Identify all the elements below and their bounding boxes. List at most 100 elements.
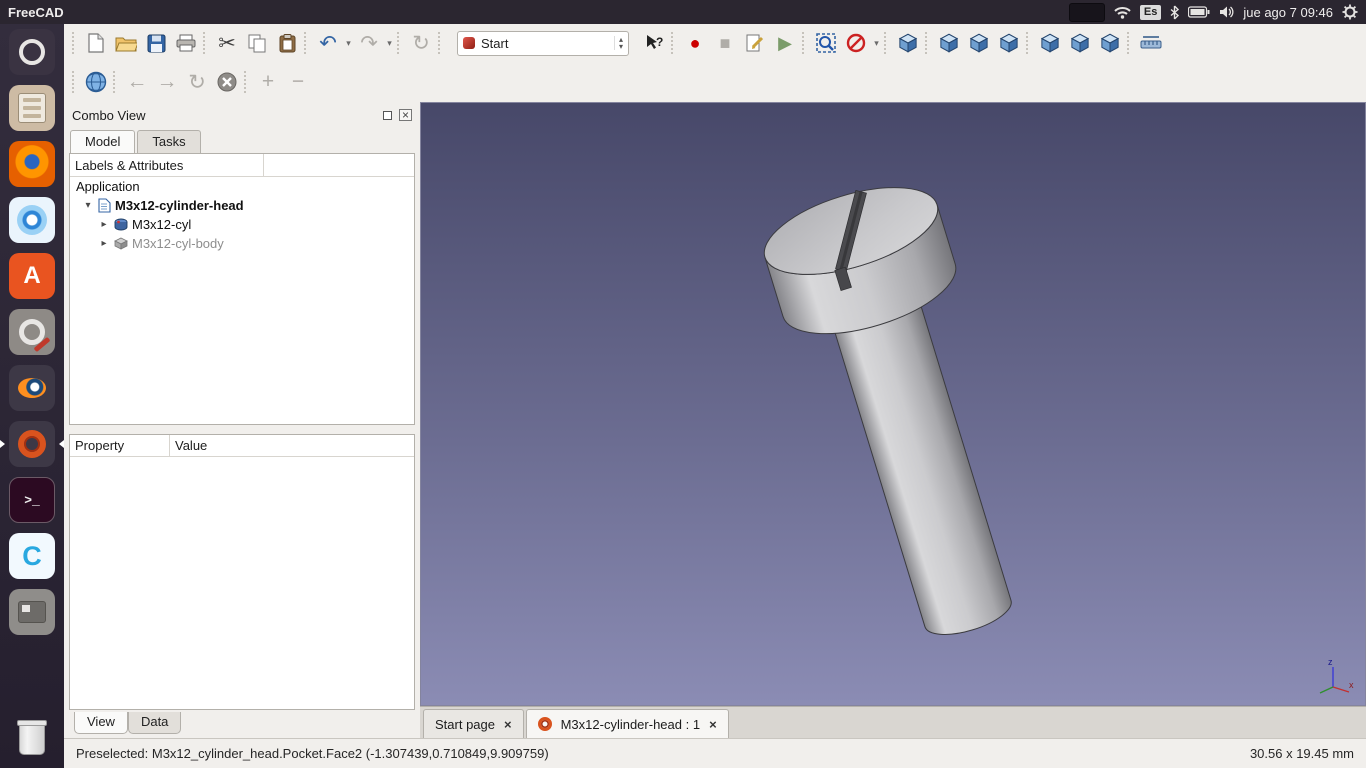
view-bottom-button[interactable] (1065, 28, 1095, 58)
toolbar-drag-handle[interactable] (113, 71, 117, 93)
measure-button[interactable] (1136, 28, 1166, 58)
volume-icon[interactable] (1219, 5, 1234, 19)
launcher-item-window-app[interactable] (0, 589, 64, 635)
refresh-button[interactable]: ↻ (406, 28, 436, 58)
toolbar-drag-handle[interactable] (397, 32, 401, 54)
tab-start-page[interactable]: Start page × (423, 709, 524, 738)
expander-open-icon[interactable]: ▾ (82, 200, 94, 211)
document-tab-bar: Start page × M3x12-cylinder-head : 1 × (420, 706, 1366, 738)
macro-play-button[interactable]: ▶ (770, 28, 800, 58)
launcher-item-freecad[interactable] (0, 421, 64, 467)
toolbar-drag-handle[interactable] (244, 71, 248, 93)
view-left-button[interactable] (1095, 28, 1125, 58)
view-rear-button[interactable] (1035, 28, 1065, 58)
web-home-button[interactable] (81, 67, 111, 97)
session-gear-icon[interactable] (1342, 4, 1358, 20)
print-button[interactable] (171, 28, 201, 58)
toolbar-drag-handle[interactable] (72, 32, 76, 54)
expander-closed-icon[interactable]: ▸ (98, 219, 110, 230)
tab-view[interactable]: View (74, 712, 128, 734)
launcher-item-files[interactable] (0, 85, 64, 131)
tab-data[interactable]: Data (128, 712, 181, 734)
launcher-item-software-center[interactable]: A (0, 253, 64, 299)
toolbar-drag-handle[interactable] (802, 32, 806, 54)
bluetooth-icon[interactable] (1170, 5, 1179, 20)
toolbar-drag-handle[interactable] (925, 32, 929, 54)
close-tab-icon[interactable]: × (504, 717, 512, 732)
desktop: FreeCAD Es jue ago 7 09:46 A >_ C (0, 0, 1366, 768)
whats-this-button[interactable]: ? (639, 28, 669, 58)
launcher-item-browser-c[interactable]: C (0, 533, 64, 579)
toolbar-drag-handle[interactable] (671, 32, 675, 54)
tab-model[interactable]: Model (70, 130, 135, 153)
undo-button[interactable]: ↶ (313, 28, 343, 58)
clock[interactable]: jue ago 7 09:46 (1243, 5, 1333, 20)
nav-stop-button[interactable] (212, 67, 242, 97)
battery-icon[interactable] (1188, 6, 1210, 18)
view-top-button[interactable] (964, 28, 994, 58)
tree-item-body[interactable]: ▸ M3x12-cyl-body (70, 234, 414, 253)
macro-record-button[interactable]: ● (680, 28, 710, 58)
expander-closed-icon[interactable]: ▸ (98, 238, 110, 249)
view-front-button[interactable] (934, 28, 964, 58)
launcher-item-dash[interactable] (0, 29, 64, 75)
zoom-in-button[interactable]: + (253, 67, 283, 97)
panel-float-button[interactable] (383, 111, 392, 120)
macro-stop-button[interactable]: ■ (710, 28, 740, 58)
axis-cross-indicator: z x (1311, 655, 1355, 699)
bottom-view-icon (1070, 33, 1090, 53)
tree-item-part[interactable]: ▸ M3x12-cyl (70, 215, 414, 234)
save-button[interactable] (141, 28, 171, 58)
macro-edit-button[interactable] (740, 28, 770, 58)
toolbar-drag-handle[interactable] (1127, 32, 1131, 54)
tree-item-document[interactable]: ▾ M3x12-cylinder-head (70, 196, 414, 215)
unity-launcher: A >_ C (0, 24, 64, 768)
tray-indicator-box[interactable] (1069, 3, 1105, 22)
paste-button[interactable] (272, 28, 302, 58)
clipping-plane-button[interactable] (841, 28, 871, 58)
panel-splitter[interactable] (64, 425, 420, 434)
tab-document[interactable]: M3x12-cylinder-head : 1 × (526, 709, 729, 738)
redo-button[interactable]: ↷ (354, 28, 384, 58)
launcher-item-trash[interactable] (0, 716, 64, 762)
nav-forward-button[interactable]: → (152, 67, 182, 97)
toolbar-drag-handle[interactable] (72, 71, 76, 93)
panel-close-button[interactable]: × (399, 109, 412, 121)
axis-z-label: z (1328, 657, 1333, 667)
view-axonometric-button[interactable] (893, 28, 923, 58)
undo-dropdown-button[interactable]: ▾ (343, 38, 354, 49)
value-column-header[interactable]: Value (170, 435, 414, 456)
launcher-item-chromium[interactable] (0, 197, 64, 243)
tab-tasks[interactable]: Tasks (137, 130, 200, 153)
nav-refresh-button[interactable]: ↻ (182, 67, 212, 97)
toolbar-drag-handle[interactable] (203, 32, 207, 54)
toolbar-drag-handle[interactable] (304, 32, 308, 54)
box-zoom-button[interactable] (811, 28, 841, 58)
nav-back-button[interactable]: ← (122, 67, 152, 97)
launcher-item-blender[interactable] (0, 365, 64, 411)
redo-dropdown-button[interactable]: ▾ (384, 38, 395, 49)
status-bar: Preselected: M3x12_cylinder_head.Pocket.… (64, 738, 1366, 768)
toolbar-drag-handle[interactable] (884, 32, 888, 54)
close-tab-icon[interactable]: × (709, 717, 717, 732)
tree-item-application[interactable]: Application (70, 177, 414, 196)
toolbar-drag-handle[interactable] (438, 32, 442, 54)
view-right-button[interactable] (994, 28, 1024, 58)
clipping-dropdown-button[interactable]: ▾ (871, 38, 882, 49)
keyboard-layout-indicator[interactable]: Es (1140, 5, 1161, 20)
zoom-out-button[interactable]: − (283, 67, 313, 97)
property-column-header[interactable]: Property (70, 435, 170, 456)
open-file-button[interactable] (111, 28, 141, 58)
copy-button[interactable] (242, 28, 272, 58)
launcher-item-firefox[interactable] (0, 141, 64, 187)
toolbar-drag-handle[interactable] (1026, 32, 1030, 54)
wifi-icon[interactable] (1114, 5, 1131, 19)
workbench-selector[interactable]: Start ▴▾ (457, 31, 629, 56)
launcher-item-terminal[interactable]: >_ (0, 477, 64, 523)
cut-button[interactable]: ✂ (212, 28, 242, 58)
3d-viewport[interactable]: z x (420, 102, 1366, 706)
new-file-button[interactable] (81, 28, 111, 58)
box-zoom-icon (816, 33, 836, 53)
launcher-item-settings[interactable] (0, 309, 64, 355)
workbench-spinner[interactable]: ▴▾ (614, 36, 623, 50)
